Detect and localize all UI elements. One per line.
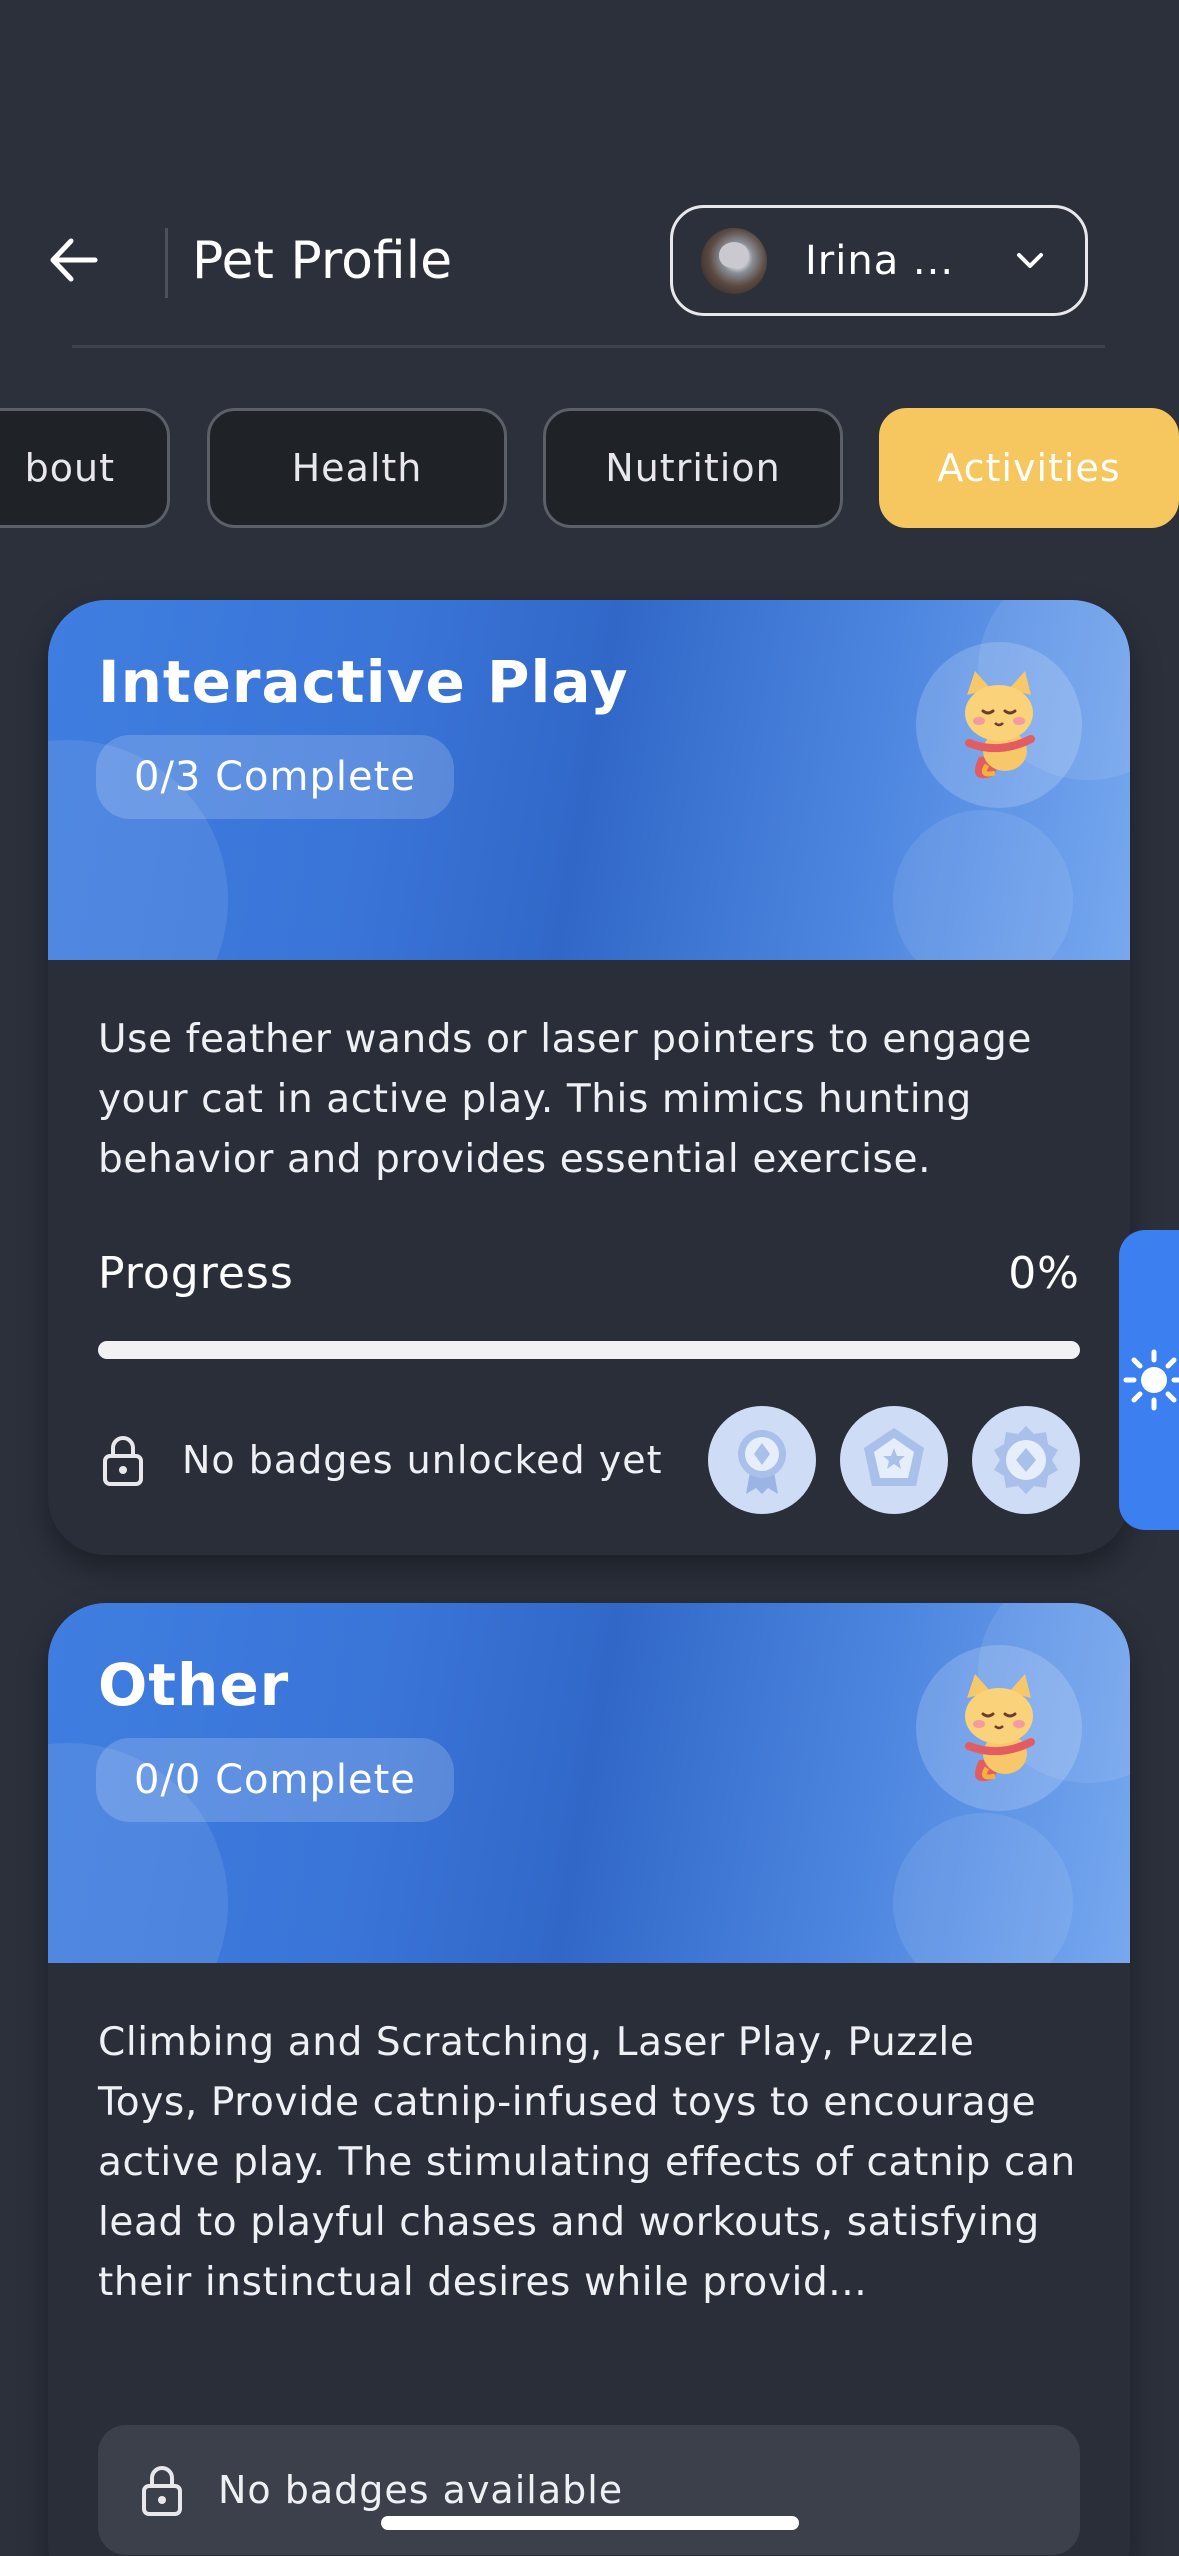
star-shield-badge-icon[interactable] (840, 1406, 948, 1514)
pet-name: Irina ... (805, 237, 955, 284)
tab-nutrition-label: Nutrition (605, 446, 781, 490)
badge-row: No badges unlocked yet (98, 1405, 1080, 1515)
header-separator (72, 345, 1105, 348)
pet-avatar (701, 227, 767, 294)
pet-profile-screen: Pet Profile Irina ... bout Health Nutrit… (0, 0, 1179, 2556)
tab-health-label: Health (291, 446, 423, 490)
activity-title: Other (98, 1651, 290, 1719)
banner-bubble (893, 1813, 1073, 1963)
lock-icon (142, 2466, 182, 2516)
no-badges-bar: No badges available (98, 2425, 1080, 2555)
chevron-down-icon (1017, 253, 1043, 268)
tab-nutrition[interactable]: Nutrition (543, 408, 843, 528)
tab-about[interactable]: bout (0, 408, 170, 528)
tab-activities[interactable]: Activities (879, 408, 1179, 528)
tab-bar: bout Health Nutrition Activities (0, 408, 1179, 528)
mascot-badge (916, 642, 1082, 808)
cat-mascot-icon (965, 1674, 1035, 1782)
activity-description: Use feather wands or laser pointers to e… (98, 1017, 1032, 1182)
theme-toggle-button[interactable] (1119, 1230, 1179, 1530)
ribbon-medal-icon[interactable] (708, 1406, 816, 1514)
progress-row: Progress 0% (98, 1248, 1080, 1299)
activity-description: Climbing and Scratching, Laser Play, Puz… (98, 2020, 1076, 2305)
progress-value: 0% (1008, 1248, 1080, 1299)
tab-about-label: bout (24, 446, 115, 490)
back-button[interactable] (38, 230, 108, 290)
activity-card-other[interactable]: Other 0/0 Complete Climbing and Scratchi… (48, 1603, 1130, 2556)
badge-status: No badges unlocked yet (182, 1438, 663, 1482)
pet-selector-dropdown[interactable]: Irina ... (670, 205, 1088, 316)
completion-pill: 0/0 Complete (96, 1738, 454, 1822)
mascot-badge (916, 1645, 1082, 1811)
gear-medal-icon[interactable] (972, 1406, 1080, 1514)
progress-bar (98, 1341, 1080, 1359)
arrow-left-icon (50, 238, 98, 282)
header-divider (165, 228, 168, 298)
sun-icon (1123, 1349, 1179, 1411)
activity-card-banner: Other 0/0 Complete (48, 1603, 1130, 1963)
activity-card-body: Use feather wands or laser pointers to e… (48, 960, 1130, 1515)
page-title: Pet Profile (192, 231, 453, 291)
activity-card-body: Climbing and Scratching, Laser Play, Puz… (48, 1963, 1130, 2555)
activity-title: Interactive Play (98, 648, 629, 716)
tab-health[interactable]: Health (207, 408, 507, 528)
lock-icon (98, 1434, 148, 1486)
activity-card-interactive-play[interactable]: Interactive Play 0/3 Complete Use feathe… (48, 600, 1130, 1555)
badge-status: No badges available (218, 2468, 624, 2512)
tab-activities-label: Activities (937, 446, 1121, 490)
home-indicator[interactable] (381, 2516, 799, 2530)
activity-card-banner: Interactive Play 0/3 Complete (48, 600, 1130, 960)
cat-mascot-icon (965, 671, 1035, 779)
banner-bubble (893, 810, 1073, 960)
header: Pet Profile Irina ... (0, 200, 1179, 320)
badge-list (708, 1406, 1080, 1514)
progress-label: Progress (98, 1248, 294, 1299)
completion-pill: 0/3 Complete (96, 735, 454, 819)
